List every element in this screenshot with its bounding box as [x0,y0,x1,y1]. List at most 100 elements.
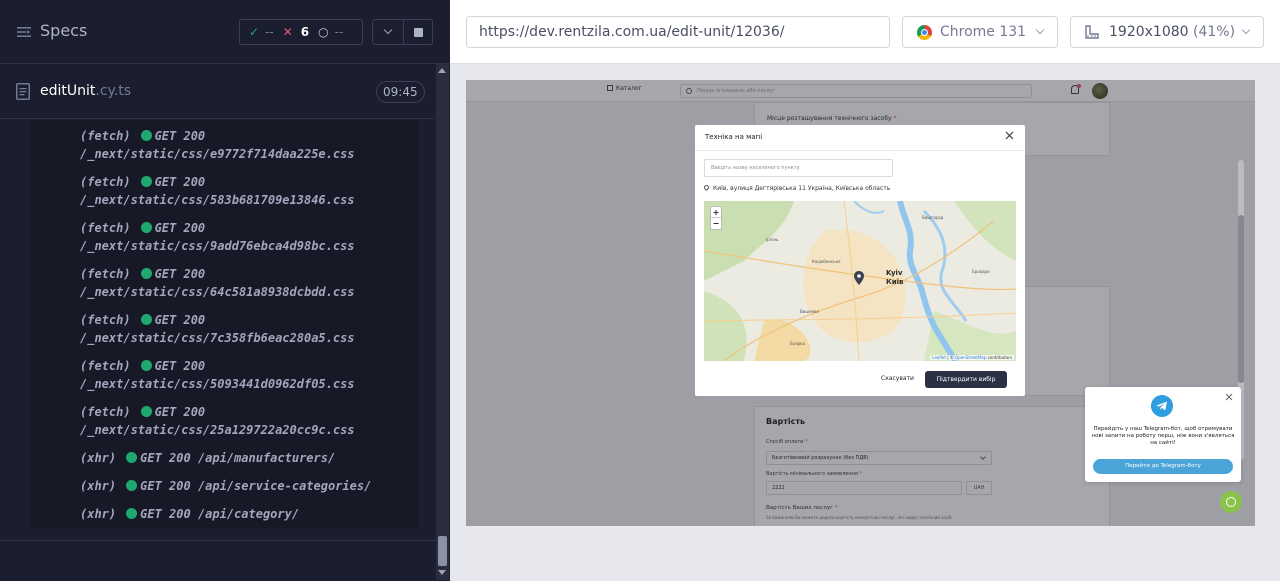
log-method: GET 200 [154,405,206,419]
zoom-in-button[interactable]: + [711,207,721,218]
log-entry[interactable]: (fetch) GET 200 /_next/static/css/9add76e… [80,219,355,255]
scrollbar-thumb[interactable] [438,536,447,566]
map-place-label: Вишгород [922,215,944,220]
map-place-label: Бровари [972,269,990,274]
cypress-runner-panel: Specs ✓ -- ✕ 6 ○ -- editUnit.cy.ts 09:45… [0,0,450,581]
runner-footer-divider [0,540,436,541]
command-log: (fetch) GET 200 /_next/static/css/e9772f7… [30,120,419,528]
log-method: GET 200 [140,479,191,493]
map-place-label: Ірпінь [766,237,779,242]
stop-icon [414,28,423,37]
zoom-control: + − [710,206,722,230]
log-method: GET 200 [140,507,191,521]
status-dot-icon [126,480,138,491]
log-path: /_next/static/css/e9772f714daa225e.css [80,147,355,161]
browser-label: Chrome 131 [940,24,1027,40]
log-path: /_next/static/css/9add76ebca4d98bc.css [80,239,355,253]
status-dot-icon [126,452,138,463]
log-entry[interactable]: (fetch) GET 200 /_next/static/css/25a1297… [80,403,355,439]
status-dot-icon [140,130,152,141]
attribution-separator: | © [947,355,954,360]
browser-selector[interactable]: Chrome 131 [902,16,1058,48]
aut-header: https://dev.rentzila.com.ua/edit-unit/12… [450,0,1280,64]
map-view[interactable]: Вишгород Ірпінь Бровари Вишневе Боярка К… [704,201,1016,361]
log-method: GET 200 [154,221,206,235]
log-type: (xhr) [80,507,117,521]
close-icon[interactable] [1225,393,1233,401]
telegram-button[interactable]: Перейти до Telegram-боту [1093,459,1233,474]
modal-title: Технiка на мапі [705,133,763,141]
osm-link[interactable]: OpenStreetMap [955,355,986,360]
passed-count: -- [265,25,274,39]
map-place-label: Коцюбинське [812,259,841,264]
spinner-icon: ○ [318,25,329,39]
viewport-label: 1920x1080 (41%) [1109,17,1235,47]
map-city-label: Kyiv Київ [886,269,903,287]
map-marker-icon[interactable] [854,271,864,285]
app-frame: Каталог Пошук оголошень або послуг Місце… [466,80,1255,526]
specs-header: Specs ✓ -- ✕ 6 ○ -- [0,0,450,64]
spec-duration-badge: 09:45 [376,81,425,103]
log-entry[interactable]: (xhr) GET 200 /api/service-categories/ [80,477,371,495]
log-type: (fetch) [80,313,131,327]
check-icon: ✓ [249,25,260,39]
ruler-icon [1085,25,1099,39]
log-method: GET 200 [140,451,191,465]
map-city-local-name: Київ [886,278,904,286]
stop-button[interactable] [403,19,433,45]
specs-title[interactable]: Specs [40,21,87,40]
map-city-name: Kyiv [886,269,903,277]
spec-file-row[interactable]: editUnit.cy.ts 09:45 [0,65,434,119]
leaflet-link[interactable]: Leaflet [932,355,946,360]
confirm-button[interactable]: Підтвердити вибір [925,371,1007,388]
map-modal: Технiка на мапі Введіть назву населеного… [695,125,1025,396]
log-path: /_next/static/css/7c358fb6eac280a5.css [80,331,355,345]
log-path: /api/category/ [197,507,300,521]
specs-list-icon[interactable] [16,24,32,40]
log-method: GET 200 [154,313,206,327]
log-entry[interactable]: (fetch) GET 200 /_next/static/css/7c358fb… [80,311,355,347]
log-entry[interactable]: (fetch) GET 200 /_next/static/css/5093441… [80,357,355,393]
log-entry[interactable]: (fetch) GET 200 /_next/static/css/583b681… [80,173,355,209]
status-dot-icon [140,314,152,325]
status-dot-icon [140,268,152,279]
spec-file-ext: .cy.ts [95,83,132,99]
pending-stat: ○ -- [318,25,343,39]
status-dot-icon [126,508,138,519]
modal-divider [695,150,1025,151]
log-type: (fetch) [80,267,131,281]
map-place-label: Вишневе [800,309,819,314]
log-entry[interactable]: (fetch) GET 200 /_next/static/css/e9772f7… [80,127,355,163]
cross-icon: ✕ [282,25,293,39]
viewport-selector[interactable]: 1920x1080 (41%) [1070,16,1264,48]
log-method: GET 200 [154,267,206,281]
log-type: (xhr) [80,479,117,493]
close-icon[interactable] [1005,131,1014,140]
options-dropdown-button[interactable] [372,19,404,45]
spec-file-name: editUnit.cy.ts [40,83,131,99]
scroll-down-icon[interactable] [438,570,446,575]
log-entry[interactable]: (fetch) GET 200 /_next/static/css/64c581a… [80,265,355,301]
log-scrollbar[interactable] [436,64,449,580]
chrome-icon [917,25,932,40]
city-search-input[interactable]: Введіть назву населеного пункту [704,159,893,177]
zoom-out-button[interactable]: − [711,218,721,229]
app-scrollbar-thumb[interactable] [1238,215,1244,383]
log-entry[interactable]: (xhr) GET 200 /api/manufacturers/ [80,449,335,467]
scroll-up-icon[interactable] [438,68,446,73]
chat-icon[interactable] [1220,491,1242,513]
log-path: /_next/static/css/5093441d0962df05.css [80,377,355,391]
cancel-button[interactable]: Скасувати [881,375,914,382]
telegram-popup: Перейдіть у наш Telegram-бот, щоб отриму… [1085,387,1241,482]
address-text: Київ, вулиця Дегтярівська 11 Україна, Ки… [713,185,891,192]
log-path: /_next/static/css/25a129722a20cc9c.css [80,423,355,437]
chevron-down-icon [1035,25,1045,35]
url-bar[interactable]: https://dev.rentzila.com.ua/edit-unit/12… [466,16,890,48]
log-method: GET 200 [154,175,206,189]
selected-address: Київ, вулиця Дегтярівська 11 Україна, Ки… [702,183,891,192]
map-attribution: Leaflet | © OpenStreetMap contributors [930,355,1014,360]
passed-stat: ✓ -- [249,25,274,39]
app-under-test-panel: https://dev.rentzila.com.ua/edit-unit/12… [450,0,1280,581]
log-entry[interactable]: (xhr) GET 200 /api/category/ [80,505,299,523]
log-path: /api/service-categories/ [197,479,372,493]
